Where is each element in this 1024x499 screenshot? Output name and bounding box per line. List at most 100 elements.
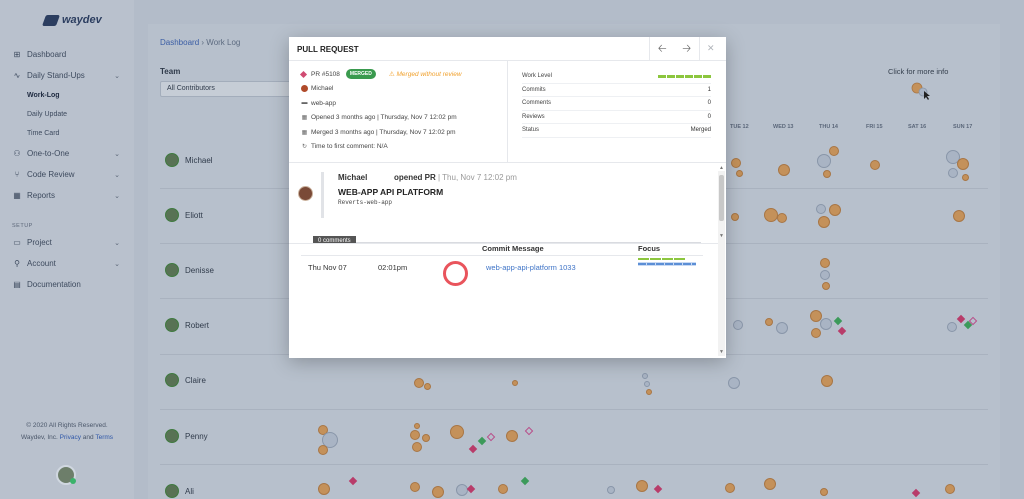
activity-bubble[interactable] xyxy=(823,170,831,178)
modal-navigation: 🡠 🡢 xyxy=(649,37,700,61)
sidebar-subitem-time-card[interactable]: Time Card xyxy=(12,124,124,143)
activity-bubble[interactable] xyxy=(646,389,652,395)
activity-bubble[interactable] xyxy=(725,483,735,493)
pr-merged-line: ▦ Merged 3 months ago | Thursday, Nov 7 … xyxy=(301,125,501,140)
scroll-up-icon[interactable]: ▲ xyxy=(719,165,724,171)
sidebar-subitem-daily-update[interactable]: Daily Update xyxy=(12,105,124,124)
team-select[interactable]: All Contributors xyxy=(160,81,292,97)
activity-bubble[interactable] xyxy=(778,164,790,176)
activity-bubble[interactable] xyxy=(821,375,833,387)
activity-bubble[interactable] xyxy=(412,442,422,452)
person-row[interactable]: Denisse xyxy=(165,263,214,277)
activity-bubble[interactable] xyxy=(498,484,508,494)
activity-bubble[interactable] xyxy=(776,322,788,334)
activity-bubble[interactable] xyxy=(818,216,830,228)
logo[interactable]: waydev xyxy=(41,14,102,26)
activity-bubble[interactable] xyxy=(733,320,743,330)
stat-commits: Commits 1 xyxy=(522,84,711,97)
activity-bubble[interactable] xyxy=(957,158,969,170)
arrow-left-icon[interactable]: 🡠 xyxy=(658,40,667,59)
sidebar-item-account[interactable]: ⚲ Account ⌄ xyxy=(12,253,124,274)
user-avatar[interactable] xyxy=(56,465,76,485)
close-icon[interactable]: ✕ xyxy=(707,43,715,54)
activity-bubble[interactable] xyxy=(829,146,839,156)
commit-message-link[interactable]: web-app-api-platform 1033 xyxy=(486,263,576,272)
person-row[interactable]: Ali xyxy=(165,484,194,498)
author-avatar xyxy=(301,85,308,93)
sidebar-item-one-to-one[interactable]: ⚇ One-to-One ⌄ xyxy=(12,143,124,164)
activity-bubble[interactable] xyxy=(816,204,826,214)
sidebar-item-dashboard[interactable]: ⊞ Dashboard xyxy=(12,44,124,65)
sidebar-item-project[interactable]: ▭ Project ⌄ xyxy=(12,232,124,253)
activity-bubble[interactable] xyxy=(829,204,841,216)
activity-bubble[interactable] xyxy=(456,484,468,496)
activity-bubble[interactable] xyxy=(512,380,518,386)
activity-bubble[interactable] xyxy=(422,434,430,442)
activity-bubble[interactable] xyxy=(607,486,615,494)
activity-bubble[interactable] xyxy=(731,213,739,221)
sidebar-subitem-work-log[interactable]: Work-Log xyxy=(12,86,124,105)
day-label: TUE 12 xyxy=(730,124,749,130)
logo-text: waydev xyxy=(62,14,102,26)
scroll-down-icon[interactable]: ▼ xyxy=(719,233,724,239)
activity-bubble[interactable] xyxy=(636,480,648,492)
person-row[interactable]: Robert xyxy=(165,318,209,332)
folder-icon: ▭ xyxy=(13,237,21,247)
pr-repo-line: ▬ web-app xyxy=(301,96,501,111)
activity-bubble[interactable] xyxy=(410,482,420,492)
activity-bubble[interactable] xyxy=(736,170,743,177)
arrow-right-icon[interactable]: 🡢 xyxy=(682,40,691,59)
activity-bubble[interactable] xyxy=(953,210,965,222)
activity-bubble[interactable] xyxy=(414,423,420,429)
more-info-text[interactable]: Click for more info xyxy=(888,67,948,76)
scrollbar-thumb[interactable] xyxy=(719,175,724,221)
sidebar-item-documentation[interactable]: ▤ Documentation xyxy=(12,274,124,295)
person-row[interactable]: Eliott xyxy=(165,208,203,222)
activity-bubble[interactable] xyxy=(728,377,740,389)
pr-number[interactable]: PR #5108 xyxy=(311,71,340,78)
activity-bubble[interactable] xyxy=(318,483,330,495)
activity-bubble[interactable] xyxy=(764,208,778,222)
activity-bubble[interactable] xyxy=(947,322,957,332)
sidebar-item-daily-standups[interactable]: ∿ Daily Stand-Ups ⌄ xyxy=(12,65,124,86)
person-row[interactable]: Claire xyxy=(165,373,206,387)
sidebar-item-code-review[interactable]: ⑂ Code Review ⌄ xyxy=(12,164,124,185)
person-row[interactable]: Michael xyxy=(165,153,213,167)
activity-bubble[interactable] xyxy=(410,430,420,440)
activity-bubble[interactable] xyxy=(870,160,880,170)
day-label: THU 14 xyxy=(819,124,838,130)
activity-bubble[interactable] xyxy=(820,270,830,280)
activity-bubble[interactable] xyxy=(777,213,787,223)
activity-bubble[interactable] xyxy=(822,282,830,290)
activity-bubble[interactable] xyxy=(962,174,969,181)
person-row[interactable]: Penny xyxy=(165,429,208,443)
refresh-icon: ↻ xyxy=(301,144,308,151)
activity-bubble[interactable] xyxy=(450,425,464,439)
activity-bubble[interactable] xyxy=(811,328,821,338)
activity-bubble[interactable] xyxy=(945,484,955,494)
comment-quote-bar xyxy=(321,172,324,218)
breadcrumb-dashboard[interactable]: Dashboard xyxy=(160,38,199,47)
info-bubbles-icon[interactable] xyxy=(911,80,931,100)
activity-bubble[interactable] xyxy=(424,383,431,390)
activity-bubble[interactable] xyxy=(765,318,773,326)
comment-body: Reverts-web-app xyxy=(338,199,393,206)
sidebar-item-reports[interactable]: ▦ Reports ⌄ xyxy=(12,185,124,206)
privacy-link[interactable]: Privacy xyxy=(60,434,81,441)
scroll-down-icon[interactable]: ▼ xyxy=(719,349,724,355)
activity-bubble[interactable] xyxy=(731,158,741,168)
activity-bubble[interactable] xyxy=(764,478,776,490)
activity-bubble[interactable] xyxy=(414,378,424,388)
activity-bubble[interactable] xyxy=(817,154,831,168)
activity-bubble[interactable] xyxy=(820,488,828,496)
activity-bubble[interactable] xyxy=(644,381,650,387)
activity-bubble[interactable] xyxy=(318,445,328,455)
activity-bubble[interactable] xyxy=(642,373,648,379)
activity-bubble[interactable] xyxy=(432,486,444,498)
activity-bubble[interactable] xyxy=(948,168,958,178)
activity-bubble[interactable] xyxy=(820,318,832,330)
sidebar-item-label: Daily Stand-Ups xyxy=(27,71,85,80)
activity-bubble[interactable] xyxy=(506,430,518,442)
terms-link[interactable]: Terms xyxy=(95,434,113,441)
activity-bubble[interactable] xyxy=(820,258,830,268)
